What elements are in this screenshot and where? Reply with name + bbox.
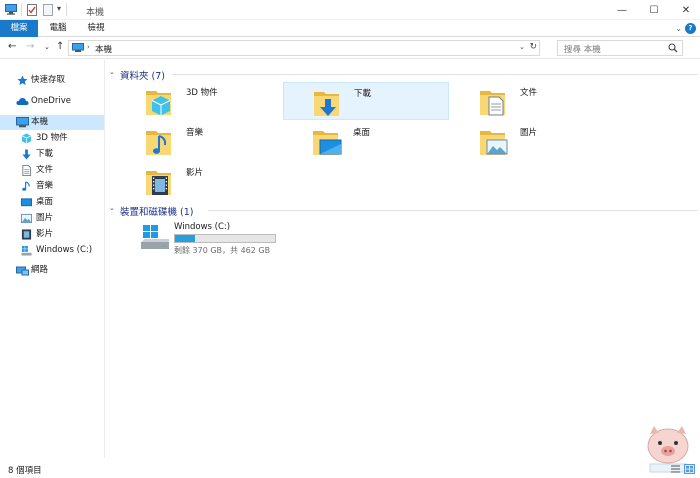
- document-icon: [22, 165, 32, 176]
- group-header-devices[interactable]: ⌄ 裝置和磁碟機 (1): [106, 203, 700, 218]
- folder-name: 影片: [186, 168, 204, 178]
- search-icon[interactable]: [668, 43, 678, 53]
- collapse-chevron-icon[interactable]: ⌄: [109, 204, 115, 212]
- group-divider: [172, 74, 698, 75]
- content-pane: ⌄ 資料夾 (7) 3D 物件 下載 文件 音樂 桌面 圖片 影片 ⌄ 裝置和磁…: [106, 60, 700, 473]
- separator: [21, 3, 22, 16]
- folder-picture-icon: [480, 131, 508, 155]
- download-arrow-icon: [22, 149, 31, 160]
- folder-film-icon: [146, 171, 171, 195]
- large-icons-view-icon[interactable]: [684, 464, 695, 474]
- drive-tile-windows-c[interactable]: Windows (C:) 剩餘 370 GB，共 462 GB: [136, 220, 336, 260]
- folder-tile-documents[interactable]: 文件: [450, 82, 616, 120]
- search-box[interactable]: 搜尋 本機: [557, 40, 683, 56]
- drive-usage-fill: [175, 235, 195, 242]
- folder-name: 圖片: [520, 128, 538, 138]
- folder-tile-downloads[interactable]: 下載: [283, 82, 449, 120]
- folder-name: 音樂: [186, 128, 204, 138]
- cloud-icon: [16, 98, 29, 105]
- group-divider: [208, 210, 698, 211]
- folder-tile-3d-objects[interactable]: 3D 物件: [116, 82, 282, 120]
- folder-name: 桌面: [353, 128, 371, 138]
- folder-tile-desktop[interactable]: 桌面: [283, 122, 449, 160]
- collapse-chevron-icon[interactable]: ⌄: [109, 68, 115, 76]
- computer-icon: [16, 117, 29, 128]
- separator: [66, 3, 67, 16]
- sidebar-item-videos[interactable]: 影片: [0, 227, 104, 242]
- picture-icon: [21, 213, 32, 224]
- tab-view[interactable]: 檢視: [78, 20, 114, 37]
- folder-3d-icon: [146, 91, 171, 116]
- sidebar-item-onedrive[interactable]: OneDrive: [0, 94, 104, 109]
- film-icon: [21, 229, 32, 240]
- breadcrumb-separator-icon[interactable]: ›: [87, 43, 90, 51]
- folder-tile-videos[interactable]: 影片: [116, 162, 282, 200]
- navigation-pane: 快速存取 OneDrive 本機 3D 物件 下載 文件 音樂 桌面 圖片 影片…: [0, 60, 105, 458]
- properties-icon[interactable]: [27, 4, 37, 16]
- folder-tile-music[interactable]: 音樂: [116, 122, 282, 160]
- drive-icon: [21, 245, 32, 256]
- computer-icon[interactable]: [5, 4, 17, 15]
- search-input[interactable]: 搜尋 本機: [564, 43, 601, 55]
- folder-music-icon: [146, 131, 171, 155]
- drive-name: Windows (C:): [174, 222, 231, 232]
- forward-button[interactable]: →: [26, 41, 34, 52]
- new-folder-icon[interactable]: [43, 4, 53, 16]
- address-path[interactable]: 本機: [95, 43, 112, 55]
- computer-icon: [72, 43, 84, 52]
- group-header-folders[interactable]: ⌄ 資料夾 (7): [106, 67, 700, 82]
- minimize-button[interactable]: —: [606, 0, 638, 20]
- up-button[interactable]: ↑: [56, 41, 64, 52]
- cube-icon: [21, 133, 32, 144]
- sidebar-item-documents[interactable]: 文件: [0, 163, 104, 178]
- sidebar-item-windows-c[interactable]: Windows (C:): [0, 243, 104, 258]
- folder-tile-pictures[interactable]: 圖片: [450, 122, 616, 160]
- sidebar-item-network[interactable]: 網路: [0, 263, 104, 278]
- recent-locations-button[interactable]: ⌄: [44, 43, 50, 51]
- details-view-icon[interactable]: [670, 464, 681, 474]
- drive-usage-bar: [174, 234, 276, 243]
- refresh-icon[interactable]: ↻: [529, 42, 537, 52]
- ribbon-tabs: 檔案 電腦 檢視 ⌄ ?: [0, 20, 700, 37]
- folder-desktop-icon: [313, 131, 342, 155]
- sidebar-item-desktop[interactable]: 桌面: [0, 195, 104, 210]
- back-button[interactable]: ←: [8, 41, 16, 52]
- desktop-icon: [21, 198, 32, 207]
- sidebar-item-downloads[interactable]: 下載: [0, 147, 104, 162]
- network-icon: [16, 266, 29, 276]
- star-icon: [17, 75, 28, 86]
- folder-download-icon: [314, 92, 339, 116]
- drive-free-space: 剩餘 370 GB，共 462 GB: [174, 246, 271, 255]
- customize-toolbar-icon[interactable]: ▾: [57, 4, 61, 13]
- group-title: 資料夾 (7): [120, 71, 165, 82]
- expand-ribbon-icon[interactable]: ⌄: [675, 24, 682, 33]
- folder-document-icon: [480, 91, 505, 116]
- window-title: 本機: [86, 8, 105, 18]
- maximize-button[interactable]: ☐: [638, 0, 670, 20]
- status-bar: 8 個項目: [0, 460, 700, 478]
- tab-file[interactable]: 檔案: [0, 20, 38, 37]
- music-note-icon: [22, 181, 30, 191]
- sidebar-item-pictures[interactable]: 圖片: [0, 211, 104, 226]
- address-dropdown-icon[interactable]: ⌄: [519, 43, 525, 51]
- group-title: 裝置和磁碟機 (1): [120, 207, 194, 218]
- sidebar-item-music[interactable]: 音樂: [0, 179, 104, 194]
- sidebar-item-this-pc[interactable]: 本機: [0, 115, 104, 130]
- close-button[interactable]: ✕: [670, 0, 700, 20]
- sidebar-item-3d-objects[interactable]: 3D 物件: [0, 131, 104, 146]
- sidebar-item-quick-access[interactable]: 快速存取: [0, 73, 104, 88]
- navigation-bar: ← → ⌄ ↑ › 本機 ⌄ ↻ 搜尋 本機: [0, 37, 700, 59]
- title-bar: ▾ 本機 — ☐ ✕: [0, 0, 700, 20]
- item-count: 8 個項目: [8, 466, 42, 476]
- address-bar[interactable]: › 本機 ⌄ ↻: [68, 40, 540, 56]
- help-icon[interactable]: ?: [685, 23, 696, 34]
- folder-name: 文件: [520, 88, 538, 98]
- folder-name: 3D 物件: [186, 88, 218, 98]
- drive-icon: [141, 225, 169, 249]
- folder-name: 下載: [354, 89, 372, 99]
- tab-computer[interactable]: 電腦: [40, 20, 76, 37]
